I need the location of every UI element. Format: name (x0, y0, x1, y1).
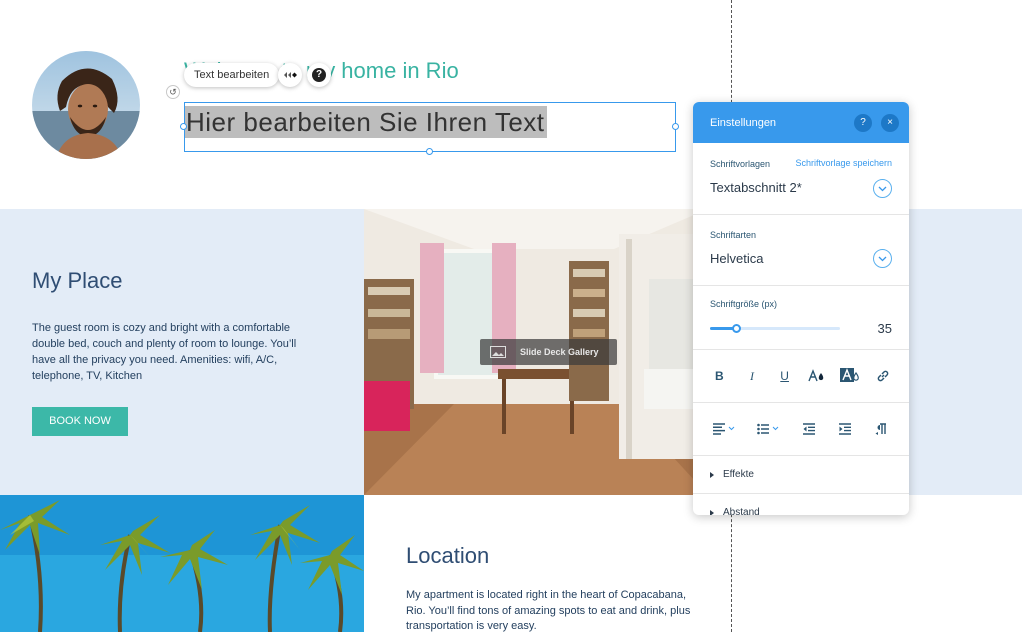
selection-box[interactable] (184, 102, 676, 152)
bold-button[interactable]: B (709, 366, 729, 386)
my-place-description[interactable]: The guest room is cozy and bright with a… (32, 320, 322, 384)
font-size-slider[interactable] (710, 324, 840, 333)
palm-trees-image[interactable] (0, 495, 364, 632)
expand-arrow-icon (710, 509, 714, 515)
resize-handle-bottom[interactable] (426, 148, 433, 155)
decrease-indent-button[interactable] (799, 419, 819, 439)
font-label: Schriftarten (710, 230, 757, 240)
effects-section[interactable]: Effekte (693, 456, 909, 494)
align-dropdown[interactable] (711, 419, 739, 439)
highlight-icon (839, 368, 859, 382)
location-description[interactable]: My apartment is located right in the hea… (406, 588, 696, 632)
paragraph-section (693, 403, 909, 456)
highlight-button[interactable] (839, 366, 860, 386)
animation-button[interactable] (278, 63, 302, 87)
italic-button[interactable]: I (742, 366, 762, 386)
slide-deck-gallery-label[interactable]: Slide Deck Gallery (480, 339, 617, 365)
font-size-section: Schriftgröße (px) 35 (693, 286, 909, 350)
slider-knob[interactable] (732, 324, 741, 333)
font-size-label: Schriftgröße (px) (710, 299, 778, 309)
profile-avatar (32, 51, 140, 159)
increase-indent-button[interactable] (835, 419, 855, 439)
chevron-down-icon[interactable] (873, 179, 892, 198)
section-background-strip (908, 209, 1022, 495)
link-button[interactable] (873, 366, 893, 386)
settings-panel: Einstellungen ? × Schriftvorlagen Schrif… (693, 102, 909, 515)
expand-arrow-icon (710, 471, 714, 478)
format-section: B I U (693, 350, 909, 403)
align-left-icon (713, 423, 735, 435)
underline-button[interactable]: U (775, 366, 795, 386)
font-value[interactable]: Helvetica (710, 251, 763, 266)
indent-icon (839, 423, 851, 435)
resize-handle-left[interactable] (180, 123, 187, 130)
book-now-button[interactable]: BOOK NOW (32, 407, 128, 436)
link-icon (877, 370, 888, 382)
spacing-section[interactable]: Abstand (693, 494, 909, 515)
gallery-label-text: Slide Deck Gallery (520, 347, 599, 357)
list-dropdown[interactable] (755, 419, 783, 439)
font-section: Schriftarten Helvetica (693, 215, 909, 286)
help-icon: ? (312, 68, 326, 82)
text-style-value[interactable]: Textabschnitt 2* (710, 180, 802, 195)
settings-panel-header[interactable]: Einstellungen ? × (693, 102, 909, 143)
effects-label: Effekte (723, 469, 754, 480)
text-style-section: Schriftvorlagen Schriftvorlage speichern… (693, 143, 909, 215)
chevron-down-icon[interactable] (873, 249, 892, 268)
text-style-label: Schriftvorlagen (710, 159, 771, 169)
help-button[interactable]: ? (307, 63, 331, 87)
text-direction-button[interactable] (871, 419, 891, 439)
edit-text-button[interactable]: Text bearbeiten (184, 63, 280, 87)
save-style-link[interactable]: Schriftvorlage speichern (795, 158, 892, 168)
font-size-value[interactable]: 35 (878, 321, 892, 336)
rotate-handle[interactable]: ↺ (166, 85, 180, 99)
my-place-title[interactable]: My Place (32, 268, 122, 294)
text-direction-icon (875, 423, 886, 435)
text-color-button[interactable] (807, 366, 827, 386)
text-color-icon (808, 369, 824, 382)
panel-help-icon[interactable]: ? (854, 113, 872, 132)
animation-icon (284, 72, 297, 78)
location-title[interactable]: Location (406, 543, 489, 569)
settings-title: Einstellungen (710, 116, 777, 129)
panel-close-icon[interactable]: × (881, 113, 899, 132)
image-icon (490, 346, 506, 358)
bullet-list-icon (757, 423, 779, 435)
spacing-label: Abstand (723, 507, 760, 515)
resize-handle-right[interactable] (672, 123, 679, 130)
outdent-icon (803, 423, 815, 435)
